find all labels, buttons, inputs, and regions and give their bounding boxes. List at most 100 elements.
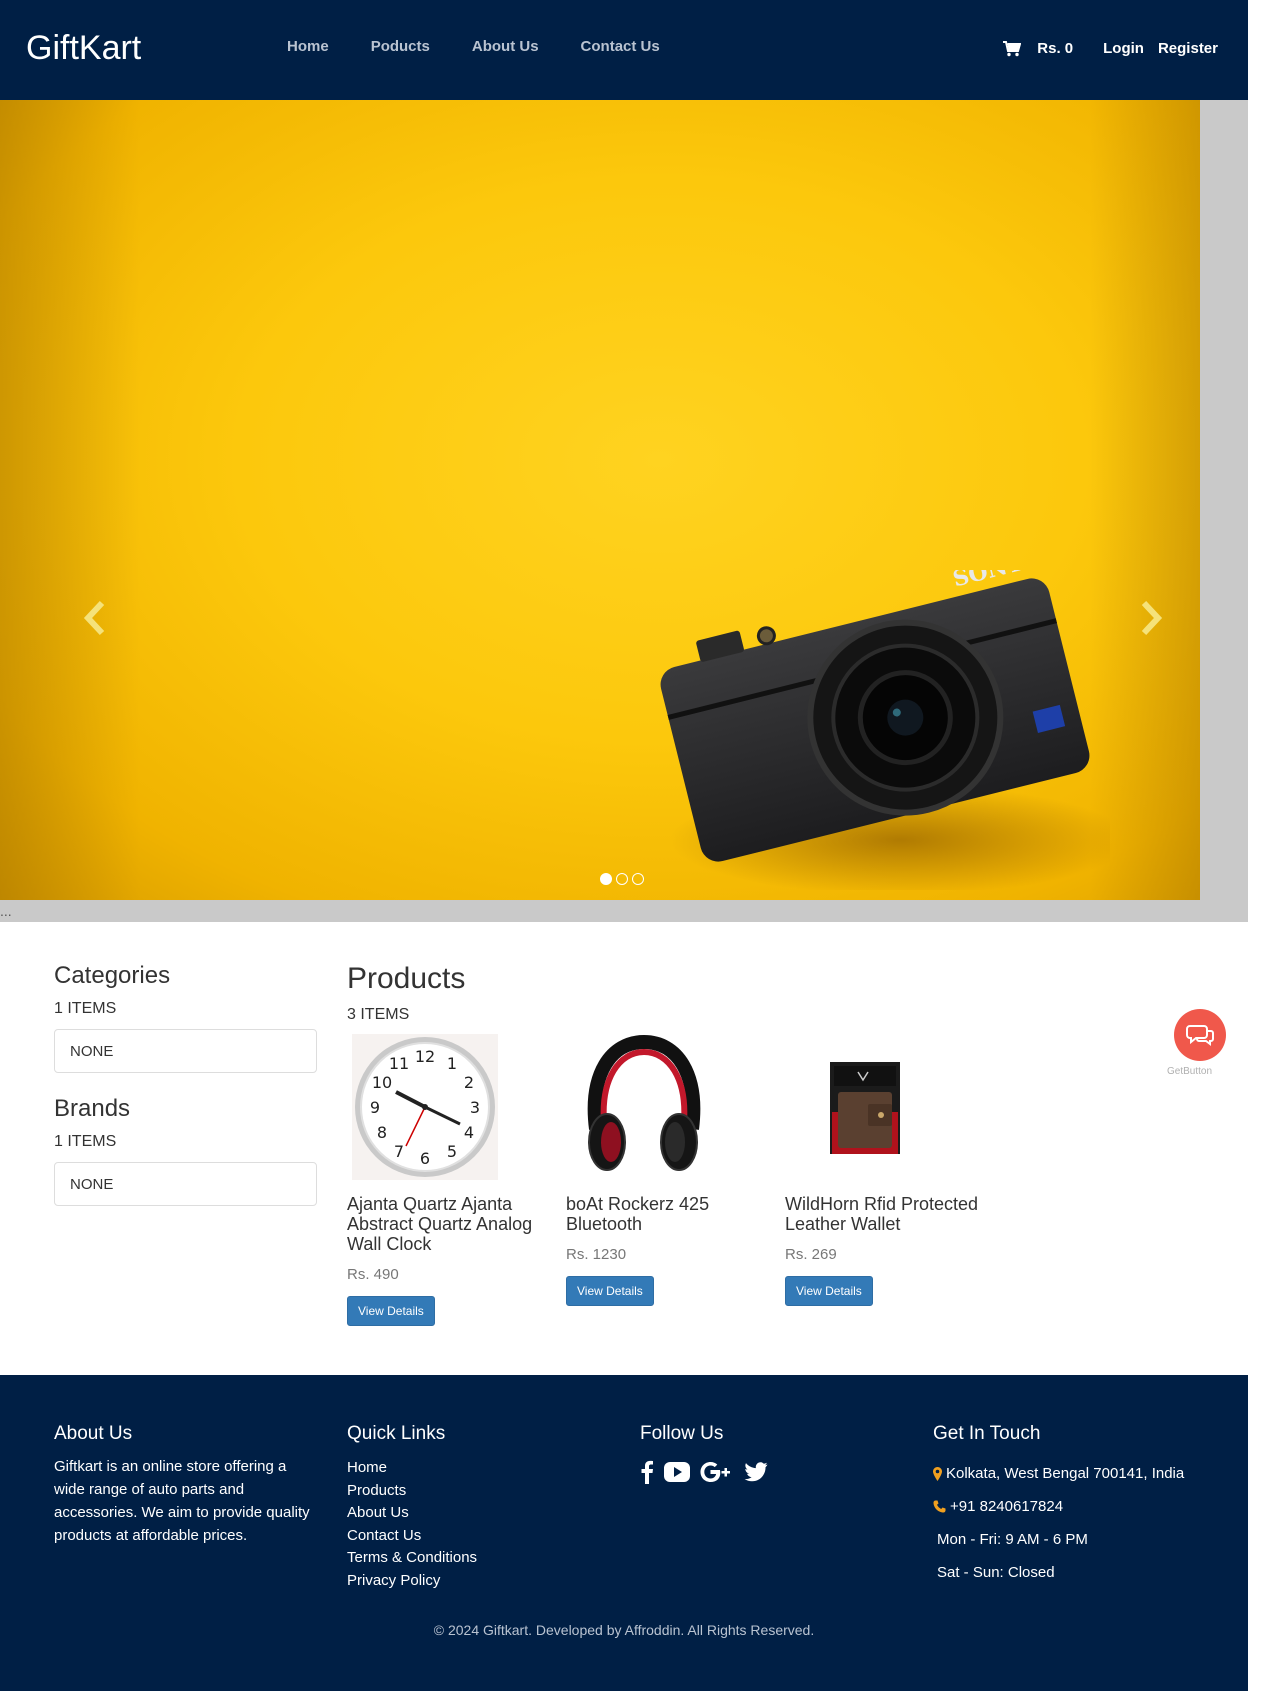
product-image-wall-clock[interactable]: 12 1 2 345 678 9 10 11	[352, 1034, 498, 1180]
footer-link-about-us[interactable]: About Us	[347, 1502, 607, 1525]
footer: About Us Giftkart is an online store off…	[0, 1375, 1248, 1691]
product-image-wallet[interactable]	[790, 1034, 936, 1180]
svg-text:6: 6	[420, 1149, 430, 1168]
navbar: GiftKart Home Poducts About Us Contact U…	[0, 0, 1248, 100]
product-price: Rs. 269	[785, 1246, 837, 1263]
cart-amount[interactable]: Rs. 0	[1037, 40, 1073, 57]
svg-text:7: 7	[394, 1142, 404, 1161]
wall-clock-icon: 12 12 345 678 91011	[352, 1034, 498, 1180]
social-links	[640, 1460, 900, 1484]
svg-text:5: 5	[447, 1142, 457, 1161]
copyright: © 2024 Giftkart. Developed by Affroddin.…	[433, 1622, 815, 1638]
contact-hours-weekday: Mon - Fri: 9 AM - 6 PM	[933, 1523, 1233, 1556]
svg-text:4: 4	[464, 1123, 474, 1142]
view-details-button[interactable]: View Details	[566, 1276, 654, 1306]
footer-follow: Follow Us	[640, 1423, 900, 1484]
main-nav: Home Poducts About Us Contact Us	[287, 38, 702, 55]
footer-link-privacy[interactable]: Privacy Policy	[347, 1570, 607, 1593]
product-card: boAt Rockerz 425 Bluetooth Rs. 1230 View…	[566, 1034, 785, 1326]
chat-widget-label: GetButton	[1167, 1066, 1213, 1077]
products-count: 3 ITEMS	[347, 1006, 410, 1023]
svg-text:1: 1	[447, 1054, 457, 1073]
product-image-headphones[interactable]	[571, 1034, 717, 1180]
cart-icon[interactable]	[1003, 40, 1022, 57]
main-content: Categories 1 ITEMS NONE Brands 1 ITEMS N…	[0, 922, 1248, 1375]
carousel-indicators	[600, 873, 644, 885]
nav-right: Rs. 0 Login Register	[1003, 40, 1218, 57]
product-name[interactable]: boAt Rockerz 425 Bluetooth	[566, 1194, 766, 1234]
svg-text:12: 12	[415, 1047, 435, 1066]
carousel-indicator-3[interactable]	[632, 873, 644, 885]
footer-link-home[interactable]: Home	[347, 1457, 607, 1480]
google-plus-icon[interactable]	[700, 1461, 734, 1483]
carousel-next-icon[interactable]	[1136, 598, 1166, 638]
footer-about: About Us Giftkart is an online store off…	[54, 1423, 319, 1547]
footer-about-text: Giftkart is an online store offering a w…	[54, 1458, 310, 1544]
product-card: 12 1 2 345 678 9 10 11 Ajanta Quartz Ajanta …	[347, 1034, 566, 1326]
brands-count: 1 ITEMS	[54, 1133, 117, 1150]
contact-details: Kolkata, West Bengal 700141, India +91 8…	[933, 1457, 1233, 1589]
footer-about-title: About Us	[54, 1423, 133, 1444]
footer-contact: Get In Touch Kolkata, West Bengal 700141…	[933, 1423, 1233, 1589]
headphones-icon	[587, 1034, 701, 1171]
page-wrapper: GiftKart Home Poducts About Us Contact U…	[0, 0, 1248, 1691]
svg-text:8: 8	[377, 1123, 387, 1142]
view-details-button[interactable]: View Details	[785, 1276, 873, 1306]
footer-links-list: Home Products About Us Contact Us Terms …	[347, 1457, 607, 1592]
contact-phone: +91 8240617824	[933, 1490, 1233, 1523]
nav-products[interactable]: Poducts	[371, 38, 430, 55]
slide-camera-image: SONY ...	[0, 100, 1200, 900]
footer-links-title: Quick Links	[347, 1423, 446, 1444]
register-link[interactable]: Register	[1158, 40, 1218, 57]
twitter-icon[interactable]	[744, 1462, 768, 1482]
products-title: Products	[347, 962, 466, 995]
contact-address-text: Kolkata, West Bengal 700141, India	[946, 1465, 1185, 1482]
chat-widget-button[interactable]	[1174, 1009, 1226, 1061]
nav-home[interactable]: Home	[287, 38, 329, 55]
svg-text:2: 2	[464, 1073, 474, 1092]
svg-text:11: 11	[389, 1054, 409, 1073]
nav-about-us[interactable]: About Us	[472, 38, 539, 55]
hours-weekday-text: Mon - Fri: 9 AM - 6 PM	[937, 1531, 1088, 1548]
product-name[interactable]: WildHorn Rfid Protected Leather Wallet	[785, 1194, 985, 1234]
map-marker-icon	[933, 1466, 942, 1481]
chat-bubbles-icon	[1186, 1025, 1214, 1046]
contact-hours-weekend: Sat - Sun: Closed	[933, 1556, 1233, 1589]
footer-link-contact-us[interactable]: Contact Us	[347, 1525, 607, 1548]
product-card: WildHorn Rfid Protected Leather Wallet R…	[785, 1034, 1004, 1326]
footer-link-terms[interactable]: Terms & Conditions	[347, 1547, 607, 1570]
carousel-trailing-text: ...	[0, 903, 12, 919]
products-grid: 12 1 2 345 678 9 10 11 Ajanta Quartz Ajanta …	[347, 1034, 1004, 1326]
carousel-indicator-2[interactable]	[616, 873, 628, 885]
nav-contact-us[interactable]: Contact Us	[581, 38, 660, 55]
brand-logo[interactable]: GiftKart	[26, 29, 141, 68]
categories-count: 1 ITEMS	[54, 1000, 117, 1017]
contact-phone-text[interactable]: +91 8240617824	[950, 1490, 1063, 1523]
wallet-icon	[830, 1062, 900, 1154]
brand-item-none[interactable]: NONE	[54, 1162, 317, 1206]
camera-image: SONY	[660, 570, 1110, 890]
page: GiftKart Home Poducts About Us Contact U…	[0, 0, 1280, 1691]
carousel-indicator-1[interactable]	[600, 873, 612, 885]
carousel-inner: SONY ...	[0, 100, 1248, 922]
login-link[interactable]: Login	[1103, 40, 1144, 57]
footer-quick-links: Quick Links Home Products About Us Conta…	[347, 1423, 607, 1592]
brands-title: Brands	[54, 1095, 131, 1122]
product-name[interactable]: Ajanta Quartz Ajanta Abstract Quartz Ana…	[347, 1194, 547, 1254]
svg-text:9: 9	[370, 1098, 380, 1117]
youtube-icon[interactable]	[664, 1462, 690, 1482]
brands-section: Brands 1 ITEMS NONE	[54, 1095, 317, 1206]
svg-text:10: 10	[372, 1073, 392, 1092]
sidebar: Categories 1 ITEMS NONE Brands 1 ITEMS N…	[54, 962, 317, 1206]
product-price: Rs. 1230	[566, 1246, 627, 1263]
view-details-button[interactable]: View Details	[347, 1296, 435, 1326]
product-price: Rs. 490	[347, 1266, 399, 1283]
category-item-none[interactable]: NONE	[54, 1029, 317, 1073]
facebook-icon[interactable]	[640, 1460, 654, 1484]
footer-link-products[interactable]: Products	[347, 1480, 607, 1503]
contact-address: Kolkata, West Bengal 700141, India	[933, 1457, 1233, 1490]
carousel-prev-icon[interactable]	[80, 598, 110, 638]
products-section: Products 3 ITEMS 12 1 2 345 678 9 10 11 …	[347, 962, 1004, 1326]
hero-carousel: SONY ... ...	[0, 100, 1248, 922]
footer-follow-title: Follow Us	[640, 1423, 724, 1444]
